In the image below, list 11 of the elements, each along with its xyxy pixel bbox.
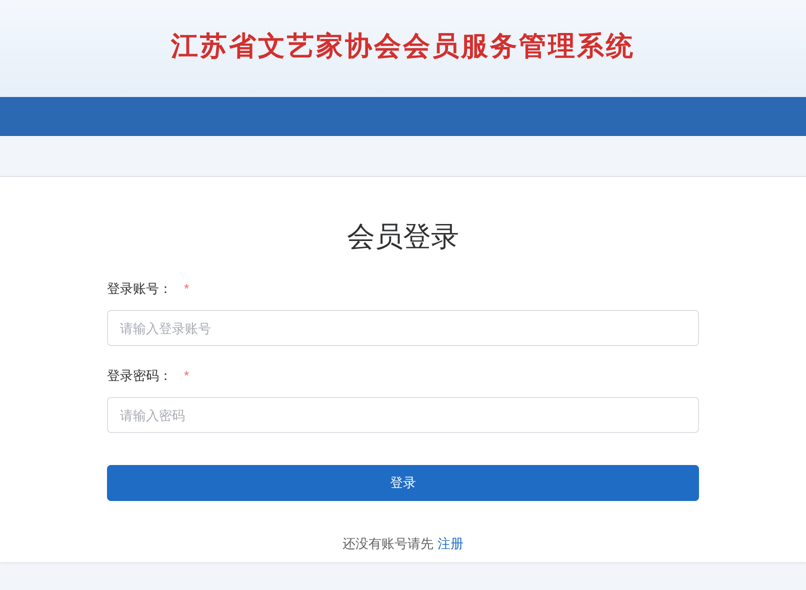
register-link[interactable]: 注册 xyxy=(438,534,464,554)
field-label: 登录密码： xyxy=(107,367,172,386)
login-heading: 会员登录 xyxy=(347,220,459,254)
required-mark: * xyxy=(184,367,190,386)
register-prompt: 还没有账号请先 xyxy=(342,535,434,553)
field-label: 登录账号： xyxy=(107,280,172,298)
input-field[interactable]: 请输入登录账号 xyxy=(107,310,699,346)
required-mark: * xyxy=(184,280,190,298)
system-title: 江苏省文艺家协会会员服务管理系统 xyxy=(171,30,635,64)
input-field[interactable]: 请输入密码 xyxy=(107,397,699,433)
login-button[interactable]: 登录 xyxy=(107,465,699,501)
